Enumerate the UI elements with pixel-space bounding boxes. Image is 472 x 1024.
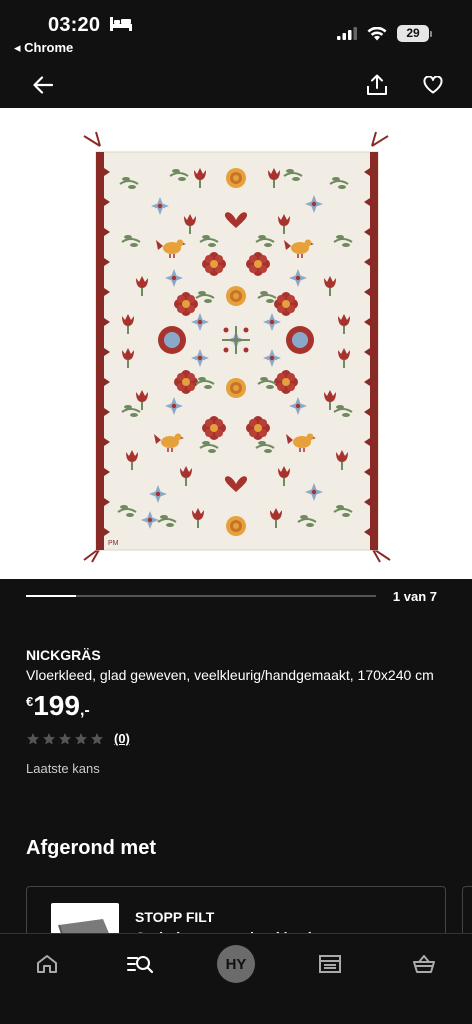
- product-info: NICKGRÄS Vloerkleed, glad geweven, veelk…: [26, 647, 446, 776]
- availability-status: Laatste kans: [26, 761, 100, 776]
- star-icon: [27, 732, 39, 744]
- favorite-button[interactable]: [418, 70, 448, 100]
- price-integer: 199: [33, 690, 80, 721]
- share-icon: [367, 74, 387, 95]
- battery-indicator: 29: [397, 25, 432, 42]
- status-time: 03:20: [48, 14, 101, 36]
- product-rating[interactable]: (0): [26, 731, 446, 746]
- wifi-icon: [367, 26, 387, 40]
- star-icon: [75, 732, 87, 744]
- star-icon: [43, 732, 55, 744]
- arrow-left-icon: [33, 76, 53, 94]
- share-button[interactable]: [362, 70, 392, 100]
- star-icon: [59, 732, 71, 744]
- recommendation-name: STOPP FILT: [135, 909, 215, 925]
- sleep-mode-icon: [110, 17, 132, 31]
- battery-level: 29: [397, 25, 429, 42]
- top-navigation: [0, 60, 472, 108]
- cart-icon: [413, 955, 435, 973]
- product-name: NICKGRÄS: [26, 647, 101, 663]
- section-title: Afgerond met: [26, 837, 156, 859]
- nav-home[interactable]: [27, 944, 67, 984]
- search-icon: [127, 956, 153, 974]
- status-bar: 03:20 ◂ Chrome 29: [0, 0, 472, 60]
- product-image[interactable]: PM: [0, 108, 472, 579]
- nav-cart[interactable]: [404, 944, 444, 984]
- heart-icon: [423, 76, 443, 94]
- nav-store[interactable]: [310, 944, 350, 984]
- bottom-navigation: HY: [0, 933, 472, 1024]
- nav-profile[interactable]: HY: [216, 944, 256, 984]
- back-to-app-link[interactable]: ◂ Chrome: [14, 40, 73, 56]
- price-decimal: ,-: [79, 702, 90, 719]
- nav-search[interactable]: [120, 944, 160, 984]
- store-icon: [319, 955, 341, 973]
- product-price: € 199 ,-: [26, 691, 446, 721]
- image-counter: 1 van 7: [392, 589, 437, 604]
- image-carousel-indicator: 1 van 7: [26, 588, 446, 608]
- product-description: Vloerkleed, glad geweven, veelkleurig/ha…: [26, 667, 434, 683]
- star-icon: [91, 732, 103, 744]
- carousel-progress: [26, 595, 76, 597]
- back-button[interactable]: [28, 70, 58, 100]
- review-count-link[interactable]: (0): [114, 731, 130, 746]
- price-currency: €: [26, 694, 34, 709]
- signal-icon: [337, 27, 357, 40]
- carousel-track[interactable]: [26, 595, 376, 597]
- rug-initials: PM: [108, 540, 119, 547]
- home-icon: [37, 955, 57, 973]
- rug-illustration: PM: [83, 131, 391, 563]
- profile-avatar: HY: [217, 945, 255, 983]
